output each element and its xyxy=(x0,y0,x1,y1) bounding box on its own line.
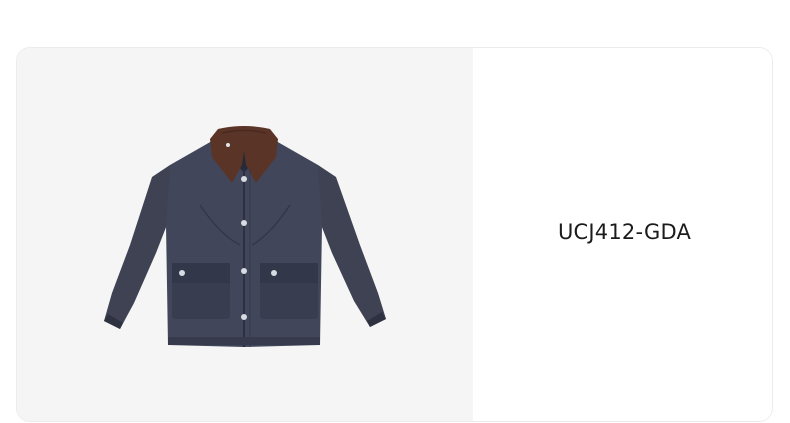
product-image[interactable] xyxy=(100,125,392,347)
product-card[interactable]: UCJ412-GDA xyxy=(16,47,773,422)
jacket-left-sleeve xyxy=(104,165,170,329)
product-image-panel xyxy=(17,48,473,421)
product-code: UCJ412-GDA xyxy=(557,220,692,244)
jacket-right-sleeve xyxy=(318,165,386,327)
product-info-panel: UCJ412-GDA xyxy=(473,48,772,421)
